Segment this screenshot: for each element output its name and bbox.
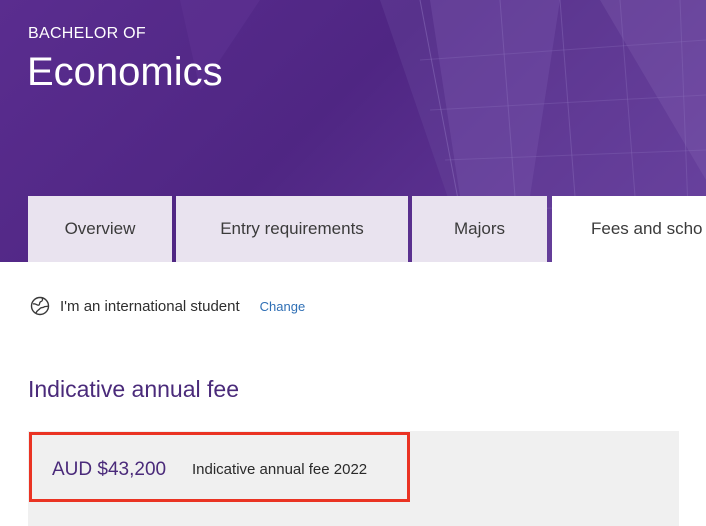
fee-section-heading: Indicative annual fee: [28, 376, 239, 402]
page-title: Economics: [27, 50, 223, 94]
fee-amount: AUD $43,200: [52, 459, 167, 480]
globe-icon: [30, 296, 50, 316]
degree-level-label: BACHELOR OF: [28, 25, 146, 42]
fee-description: Indicative annual fee 2022: [192, 461, 368, 478]
tab-entry-requirements[interactable]: Entry requirements: [176, 196, 408, 262]
tab-fees-and-scholarships[interactable]: Fees and scho: [552, 196, 706, 262]
tab-majors[interactable]: Majors: [412, 196, 547, 262]
student-type-selector: I'm an international student Change: [30, 295, 305, 317]
change-student-type-link[interactable]: Change: [260, 299, 306, 314]
course-page: BACHELOR OF Economics Overview Entry req…: [0, 0, 706, 526]
student-type-label: I'm an international student: [60, 297, 240, 315]
tab-overview[interactable]: Overview: [28, 196, 172, 262]
